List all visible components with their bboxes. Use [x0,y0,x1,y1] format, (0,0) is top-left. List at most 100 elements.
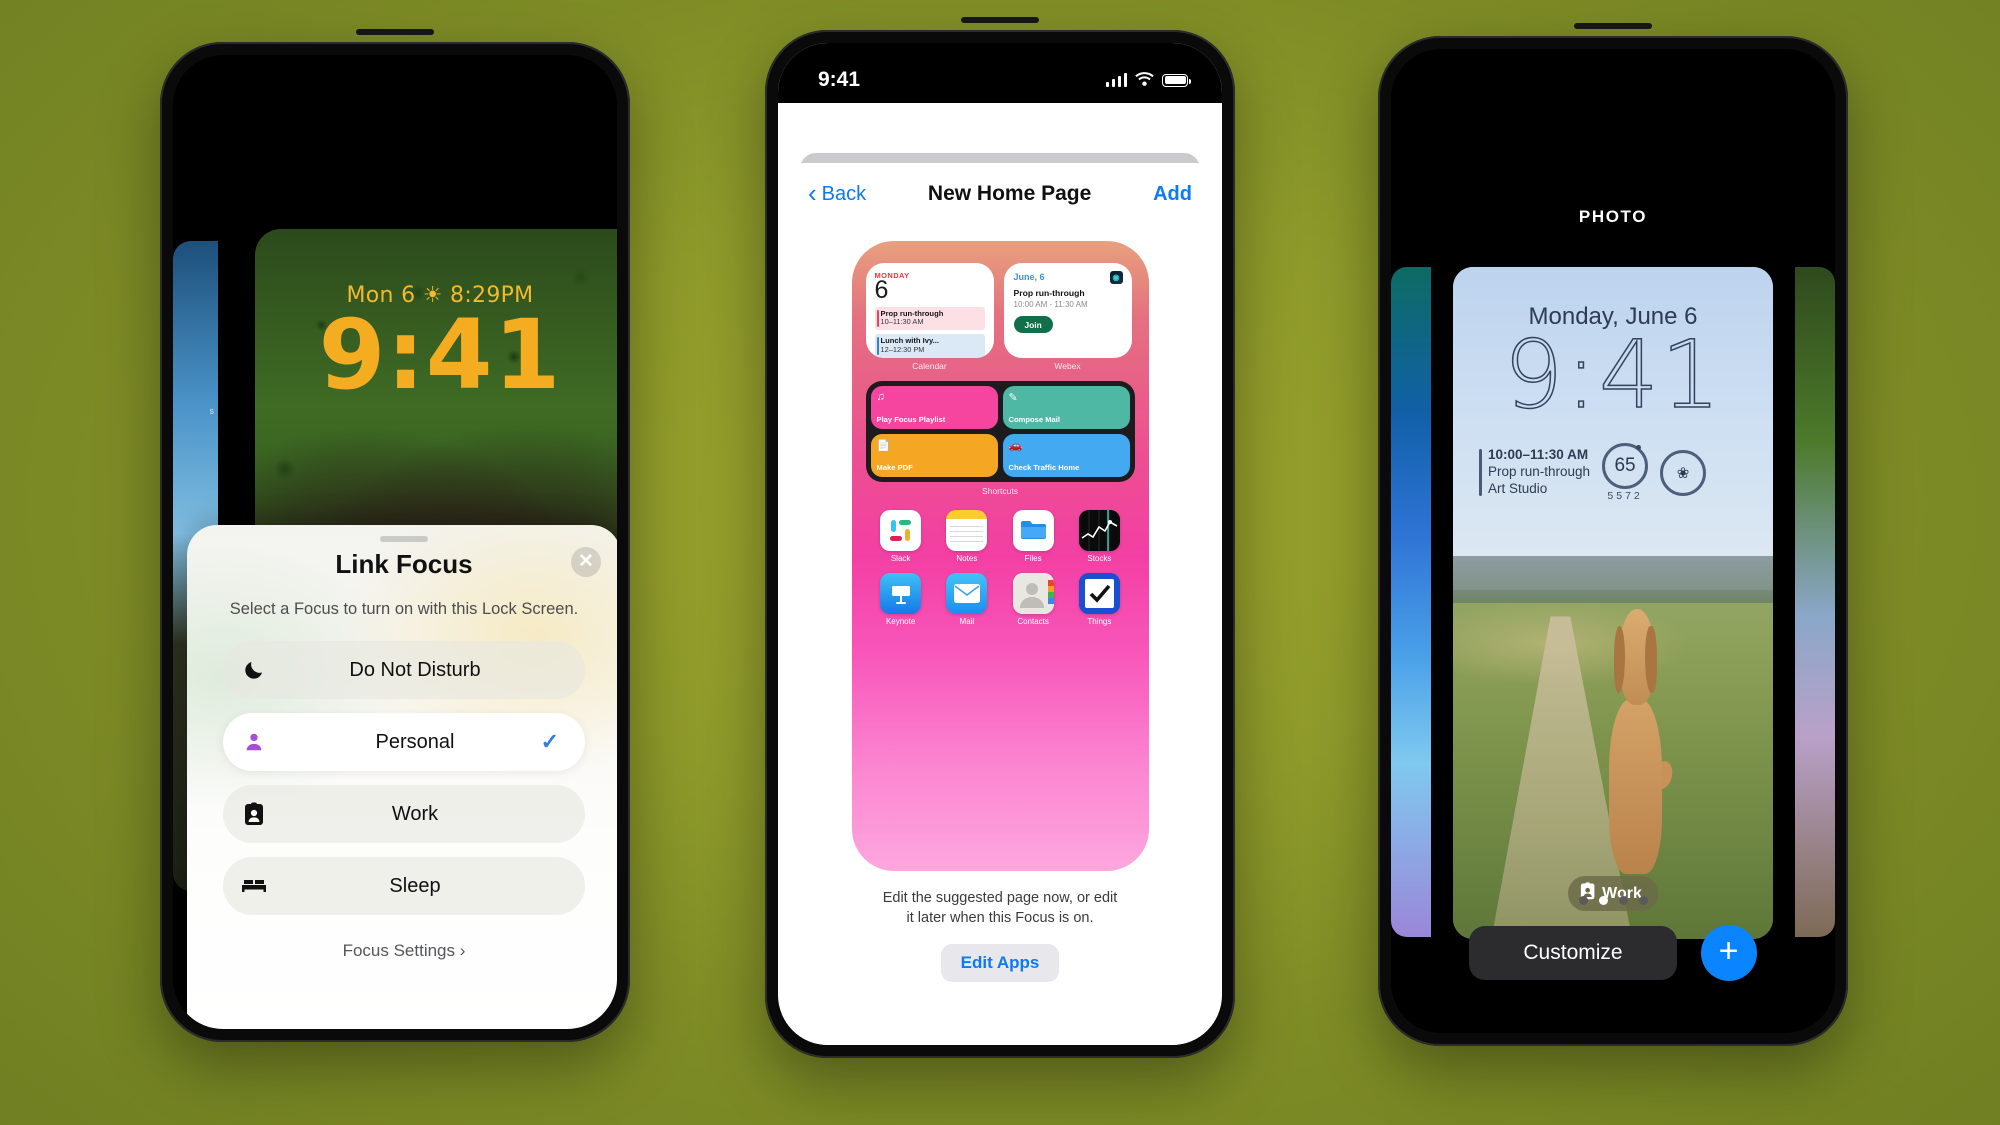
calendar-widget-location: Art Studio [1488,480,1548,496]
next-wallpaper-preview[interactable] [1795,267,1835,937]
chevron-right-icon: › [459,941,466,960]
calendar-widget[interactable]: MONDAY 6 Prop run-through 10–11:30 AM Lu… [865,263,994,358]
phone-speaker [961,17,1039,23]
focus-option-label: Work [391,802,439,825]
wifi-icon [1135,68,1154,92]
contacts-icon [1012,573,1054,614]
files-icon [1012,510,1054,551]
phone-1-link-focus: s Mon 6 ☀ 8:29PM 9:41 Link Focus ✕ Selec… [160,29,630,1042]
notch [297,55,493,85]
document-icon: 📄 [876,440,891,452]
dog-body [1608,698,1662,874]
widget-caption: Webex [1054,361,1081,371]
page-dot-active[interactable] [1598,896,1608,905]
plus-icon: + [1718,932,1739,970]
shortcut-make-pdf[interactable]: 📄 Make PDF [870,434,998,477]
page-dot[interactable] [1638,896,1648,905]
air-quality-widget[interactable]: ❀ [1660,449,1707,496]
phone-3-screen: PHOTO Monday, June 6 9:41 10:00–11:30 AM… [1391,49,1835,1033]
phone-speaker [356,29,434,35]
lock-screen-preview[interactable]: Monday, June 6 9:41 10:00–11:30 AM Prop … [1453,267,1773,939]
calendar-widget-title: Prop run-through [1488,464,1591,480]
app-label: Stocks [1087,554,1112,563]
app-things[interactable]: Things [1066,573,1132,626]
app-contacts[interactable]: Contacts [1000,573,1066,626]
webex-title: Prop run-through [1013,288,1085,298]
webex-widget[interactable]: June, 6 ◉ Prop run-through 10:00 AM - 11… [1003,263,1132,358]
shortcut-check-traffic-home[interactable]: 🚗 Check Traffic Home [1002,434,1130,477]
compose-icon: ✎ [1008,392,1018,404]
focus-option-label: Personal [375,730,455,753]
page-indicator-dots[interactable] [1391,896,1835,905]
close-icon[interactable]: ✕ [571,547,601,577]
bottom-action-bar: Customize + [1391,925,1835,981]
edit-apps-button[interactable]: Edit Apps [940,944,1060,983]
preview-edge-text: s [209,406,215,416]
app-notes[interactable]: Notes [934,510,1000,563]
back-button[interactable]: ‹ Back [808,178,867,208]
app-label: Contacts [1017,617,1049,626]
app-label: Slack [890,554,911,563]
previous-wallpaper-preview[interactable] [1391,267,1431,937]
home-indicator[interactable] [920,1031,1080,1036]
join-button[interactable]: Join [1013,316,1053,333]
notch [1515,49,1711,79]
app-slack[interactable]: Slack [868,510,934,563]
phone-2-new-home-page: 9:41 ‹ Back New Home Page Add MONDAY 6 P… [765,17,1235,1058]
footer-line-2: it later when this Focus is on. [906,909,1094,926]
focus-status-badge[interactable]: Work [1568,876,1658,911]
widget-caption: Shortcuts [982,486,1018,496]
temperature-widget[interactable]: 65 5572 [1602,443,1649,502]
focus-settings-link[interactable]: Focus Settings › [187,941,617,961]
customize-button[interactable]: Customize [1469,926,1677,980]
temperature-value: 65 [1614,455,1636,476]
focus-option-personal[interactable]: Personal ✓ [223,713,585,771]
widget-caption: Calendar [912,361,947,371]
shortcuts-widget[interactable]: ♫ Play Focus Playlist ✎ Compose Mail 📄 M… [865,381,1135,482]
shortcut-compose-mail[interactable]: ✎ Compose Mail [1002,386,1130,429]
add-wallpaper-button[interactable]: + [1700,925,1757,981]
lock-screen-clock[interactable]: 9:41 [1453,328,1773,424]
app-label: Notes [956,554,978,563]
phone-1-screen: s Mon 6 ☀ 8:29PM 9:41 Link Focus ✕ Selec… [173,55,617,1029]
calendar-event: Prop run-through 10–11:30 AM [874,306,985,331]
app-stocks[interactable]: Stocks [1066,510,1132,563]
status-time: 9:41 [818,68,861,91]
temperature-range: 5572 [1602,490,1648,502]
shortcuts-widget-wrap: ♫ Play Focus Playlist ✎ Compose Mail 📄 M… [865,381,1135,496]
calendar-event: Lunch with Ivy... 12–12:30 PM [874,334,985,358]
air-quality-ring: ❀ [1660,449,1707,496]
calendar-widget-time: 10:00–11:30 AM [1488,447,1589,463]
back-label: Back [821,182,867,205]
calendar-widget[interactable]: 10:00–11:30 AM Prop run-through Art Stud… [1479,447,1590,498]
temperature-low: 55 [1607,490,1626,502]
focus-option-work[interactable]: Work [223,785,585,843]
shortcut-play-focus-playlist[interactable]: ♫ Play Focus Playlist [870,386,998,429]
focus-option-do-not-disturb[interactable]: Do Not Disturb [223,641,585,699]
footer-line-1: Edit the suggested page now, or edit [882,890,1118,906]
checkmark-icon: ✓ [540,729,559,754]
home-page-preview[interactable]: MONDAY 6 Prop run-through 10–11:30 AM Lu… [851,241,1149,871]
sheet-grabber[interactable] [380,536,428,542]
focus-option-label: Do Not Disturb [349,658,481,681]
focus-option-label: Sleep [389,874,441,897]
focus-option-sleep[interactable]: Sleep [223,857,585,915]
app-files[interactable]: Files [1000,510,1066,563]
focus-settings-label: Focus Settings [342,941,456,960]
app-mail[interactable]: Mail [934,573,1000,626]
app-keynote[interactable]: Keynote [868,573,934,626]
app-label: Things [1087,617,1112,626]
car-icon: 🚗 [1008,440,1023,452]
focus-options-list: Do Not Disturb Personal ✓ Work Sleep [223,641,585,915]
new-home-page-sheet: ‹ Back New Home Page Add MONDAY 6 Prop r… [786,163,1214,1045]
add-button[interactable]: Add [1153,183,1192,206]
slack-icon [880,510,922,551]
dog-photo-subject [1594,603,1677,885]
page-dot[interactable] [1618,896,1628,905]
sheet-subtitle: Select a Focus to turn on with this Lock… [229,600,579,618]
wallpaper-category-label: PHOTO [1578,207,1648,226]
mail-icon [946,573,988,614]
chevron-left-icon: ‹ [808,178,817,208]
screenshot-stage: s Mon 6 ☀ 8:29PM 9:41 Link Focus ✕ Selec… [0,0,2000,1125]
page-dot[interactable] [1578,896,1588,905]
